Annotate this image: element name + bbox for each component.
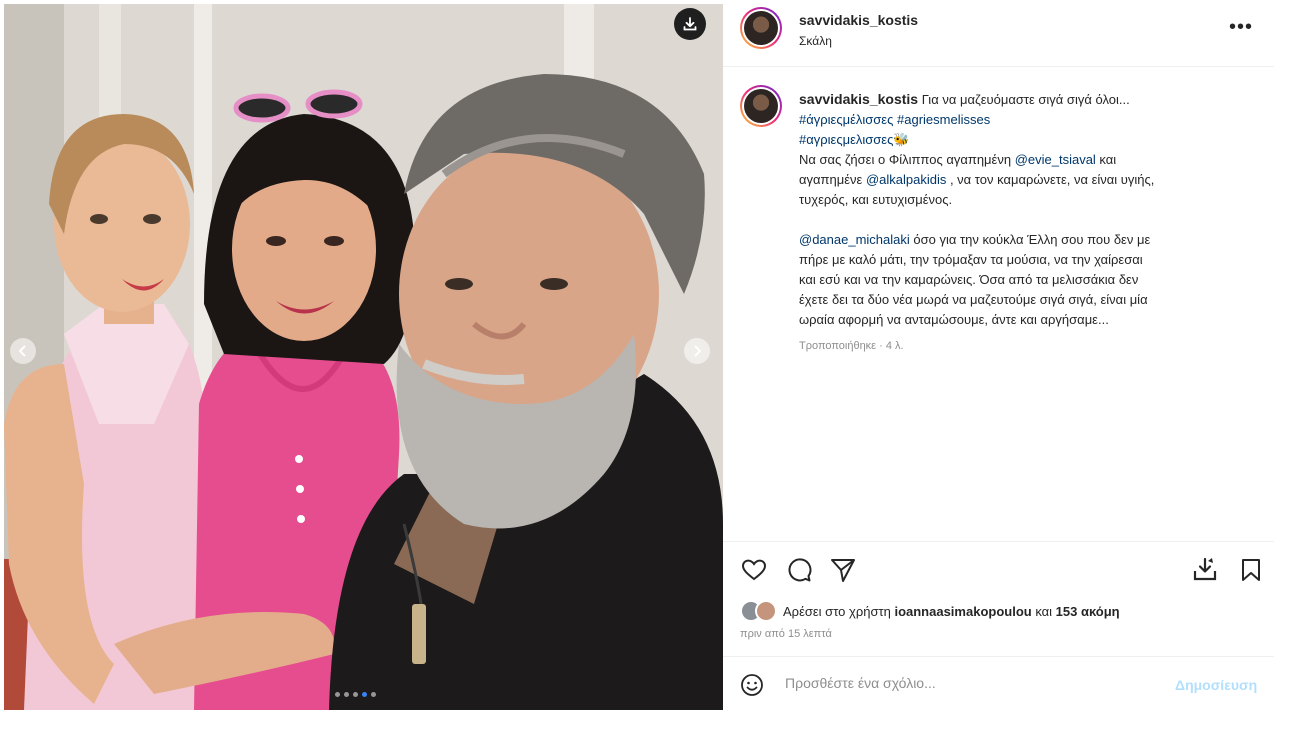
caption-line: πήρε με καλό μάτι, την τρόμαξαν τα μούσι… (799, 252, 1143, 267)
carousel-dot (335, 692, 340, 697)
caption-line: έχετε δει τα δύο νέα μωρά να μαζευτούμε … (799, 292, 1148, 307)
post-side-panel: savvidakis_kostis Σκάλη ••• savvidakis_k… (723, 4, 1274, 710)
mention-link[interactable]: @alkalpakidis (866, 172, 946, 187)
download-icon (683, 17, 697, 31)
carousel-dot (344, 692, 349, 697)
carousel-dots (335, 692, 376, 697)
hashtag-link[interactable]: #αγριεςμελισσες (799, 132, 893, 147)
bookmark-icon[interactable] (1237, 556, 1265, 584)
chevron-right-icon (694, 345, 702, 357)
comment-input[interactable] (783, 674, 1147, 692)
edited-timestamp[interactable]: Τροποποιήθηκε · 4 λ. (799, 336, 1249, 356)
likes-prefix: Αρέσει στο χρήστη (783, 603, 895, 619)
caption-line: τυχερός, και ευτυχισμένος. (799, 192, 953, 207)
post-photo (4, 4, 723, 710)
liker-username[interactable]: ioannaasimakopoulou (894, 604, 1031, 619)
caption-line: Για να μαζευόμαστε σιγά σιγά όλοι... (918, 92, 1130, 107)
liker-avatar[interactable] (755, 600, 777, 622)
emoji-icon[interactable] (740, 673, 764, 697)
download-button[interactable] (674, 8, 706, 40)
caption-section: savvidakis_kostis Για να μαζευόμαστε σιγ… (723, 67, 1274, 541)
caption-line: και (1095, 152, 1117, 167)
previous-photo-button[interactable] (10, 338, 36, 364)
caption-avatar[interactable] (740, 85, 782, 127)
carousel-dot (371, 692, 376, 697)
caption-line: αγαπημένε (799, 172, 866, 187)
comment-icon[interactable] (785, 556, 813, 584)
likes-middle: και (1031, 603, 1056, 619)
caption-text: savvidakis_kostis Για να μαζευόμαστε σιγ… (799, 89, 1249, 356)
mention-link[interactable]: @evie_tsiaval (1015, 152, 1096, 167)
hashtag-link[interactable]: #agriesmelisses (897, 112, 990, 127)
hashtag-link[interactable]: #άγριεςμέλισσες (799, 112, 893, 127)
location-label[interactable]: Σκάλη (799, 34, 832, 48)
avatar[interactable] (740, 7, 782, 49)
instagram-post: savvidakis_kostis Σκάλη ••• savvidakis_k… (4, 4, 1274, 710)
caption-line: ωραία αφορμή να ανταμώσουμε, άντε και αρ… (799, 312, 1109, 327)
post-header: savvidakis_kostis Σκάλη ••• (723, 4, 1274, 67)
more-icon[interactable]: ••• (1229, 16, 1253, 39)
caption-username[interactable]: savvidakis_kostis (799, 91, 918, 107)
action-bar (723, 541, 1274, 604)
post-comment-button[interactable]: Δημοσίευση (1175, 677, 1257, 693)
heart-icon[interactable] (740, 556, 768, 584)
caption-line: , να τον καμαρώνετε, να είναι υγιής, (946, 172, 1155, 187)
post-timestamp[interactable]: πριν από 15 λεπτά (740, 628, 832, 640)
likes-text: Αρέσει στο χρήστη ioannaasimakopoulou κα… (783, 604, 1120, 619)
carousel-dot (353, 692, 358, 697)
caption-line: όσο για την κούκλα Έλλη σου που δεν με (909, 232, 1151, 247)
header-username[interactable]: savvidakis_kostis (799, 12, 918, 28)
chevron-left-icon (18, 345, 26, 357)
mention-link[interactable]: @danae_michalaki (799, 232, 910, 247)
share-icon[interactable] (829, 556, 857, 584)
bee-emoji: 🐝 (893, 132, 910, 147)
carousel-dot (362, 692, 367, 697)
caption-line: και εσύ και να την καμαρώνεις. Όσα από τ… (799, 272, 1139, 287)
next-photo-button[interactable] (684, 338, 710, 364)
caption-line: Να σας ζήσει ο Φίλιππος αγαπημένη (799, 152, 1015, 167)
post-media[interactable] (4, 4, 723, 710)
comment-bar: Δημοσίευση (723, 656, 1274, 711)
likes-row: Αρέσει στο χρήστη ioannaasimakopoulou κα… (740, 600, 1120, 622)
likes-count[interactable]: 153 ακόμη (1056, 604, 1120, 619)
save-to-collection-icon[interactable] (1191, 556, 1219, 584)
